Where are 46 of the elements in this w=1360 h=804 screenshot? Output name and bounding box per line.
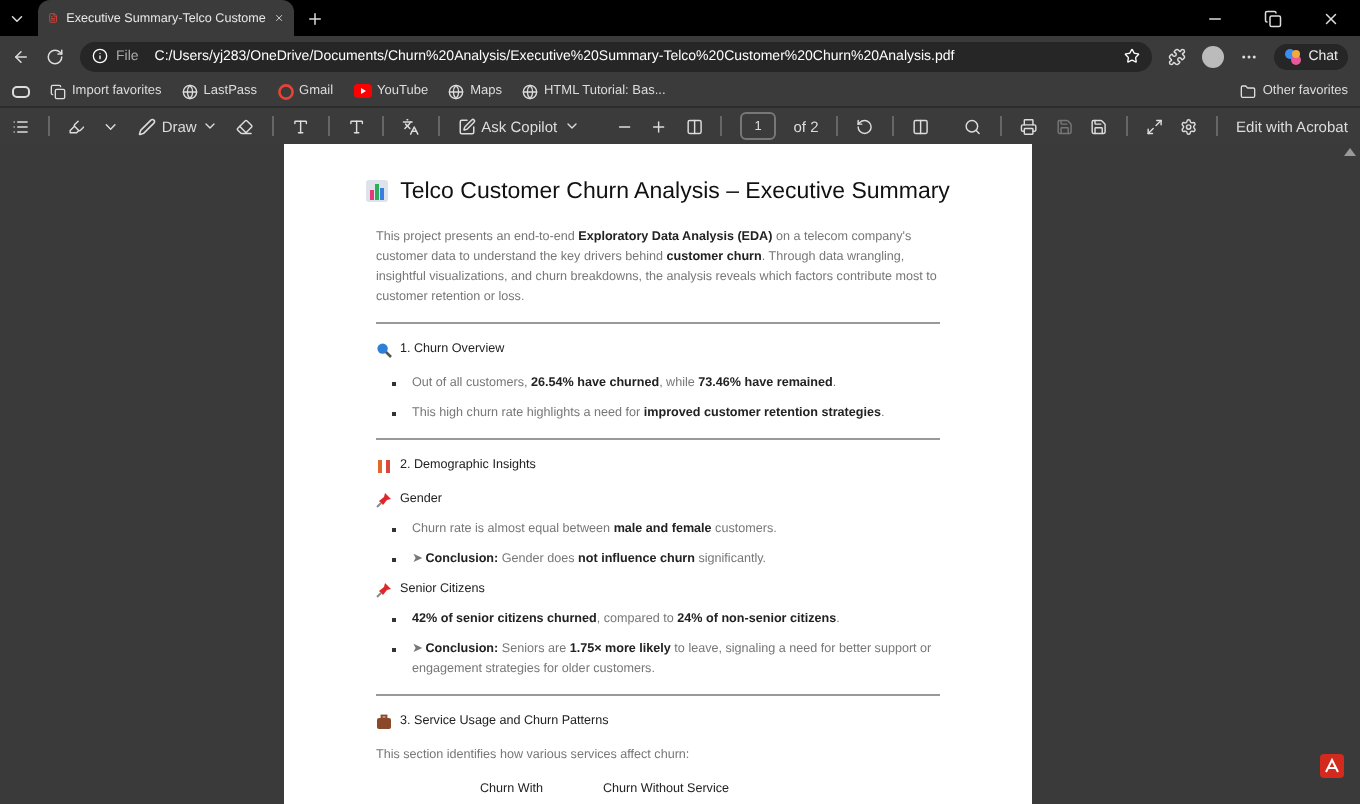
bar-chart-icon <box>366 180 389 202</box>
refresh-icon[interactable] <box>46 47 64 65</box>
copilot-logo-icon <box>1284 47 1303 65</box>
restore-icon[interactable] <box>1264 9 1282 27</box>
scroll-up-icon[interactable] <box>1344 148 1356 156</box>
translate-icon[interactable] <box>402 117 420 135</box>
save-icon[interactable] <box>1055 117 1073 135</box>
zoom-in-icon[interactable] <box>650 117 668 135</box>
pushpin-icon <box>376 582 392 598</box>
highlight-icon[interactable] <box>67 117 85 135</box>
extensions-icon[interactable] <box>1168 47 1187 65</box>
globe-icon <box>448 83 465 99</box>
page-view-icon[interactable] <box>911 117 929 135</box>
new-tab-icon[interactable] <box>306 9 324 27</box>
folder-icon <box>1240 83 1257 99</box>
close-tab-icon[interactable] <box>273 10 284 26</box>
copilot-icon <box>457 117 476 135</box>
pushpin-icon <box>376 492 392 508</box>
save-as-icon[interactable] <box>1090 117 1108 135</box>
tab-actions-icon[interactable] <box>12 85 30 97</box>
briefcase-icon <box>376 714 392 730</box>
globe-icon <box>521 83 538 99</box>
rotate-icon[interactable] <box>856 117 874 135</box>
globe-icon <box>181 83 198 99</box>
caret-icon <box>563 118 580 134</box>
document-title: Telco Customer Churn Analysis – Executive Summary <box>400 181 950 201</box>
eraser-icon[interactable] <box>236 117 254 135</box>
close-icon[interactable] <box>1322 9 1340 27</box>
fit-page-icon[interactable] <box>685 117 703 135</box>
play-logo-icon <box>353 84 372 98</box>
acrobat-logo-icon[interactable] <box>1320 754 1344 778</box>
magnifier-icon <box>376 342 392 358</box>
fullscreen-icon[interactable] <box>1145 117 1163 135</box>
settings-icon[interactable] <box>1180 117 1199 135</box>
pen-icon <box>137 117 156 135</box>
info-icon <box>92 48 108 64</box>
back-icon[interactable] <box>12 47 30 65</box>
text-icon[interactable] <box>291 117 310 135</box>
print-icon[interactable] <box>1020 117 1038 135</box>
g-logo-icon <box>277 83 294 99</box>
search-icon[interactable] <box>964 117 983 135</box>
pdf-file-icon <box>48 10 59 26</box>
contents-icon[interactable] <box>12 117 30 135</box>
star-icon[interactable] <box>1124 48 1141 64</box>
caret-icon <box>202 118 219 134</box>
profile-avatar[interactable] <box>1202 45 1225 67</box>
